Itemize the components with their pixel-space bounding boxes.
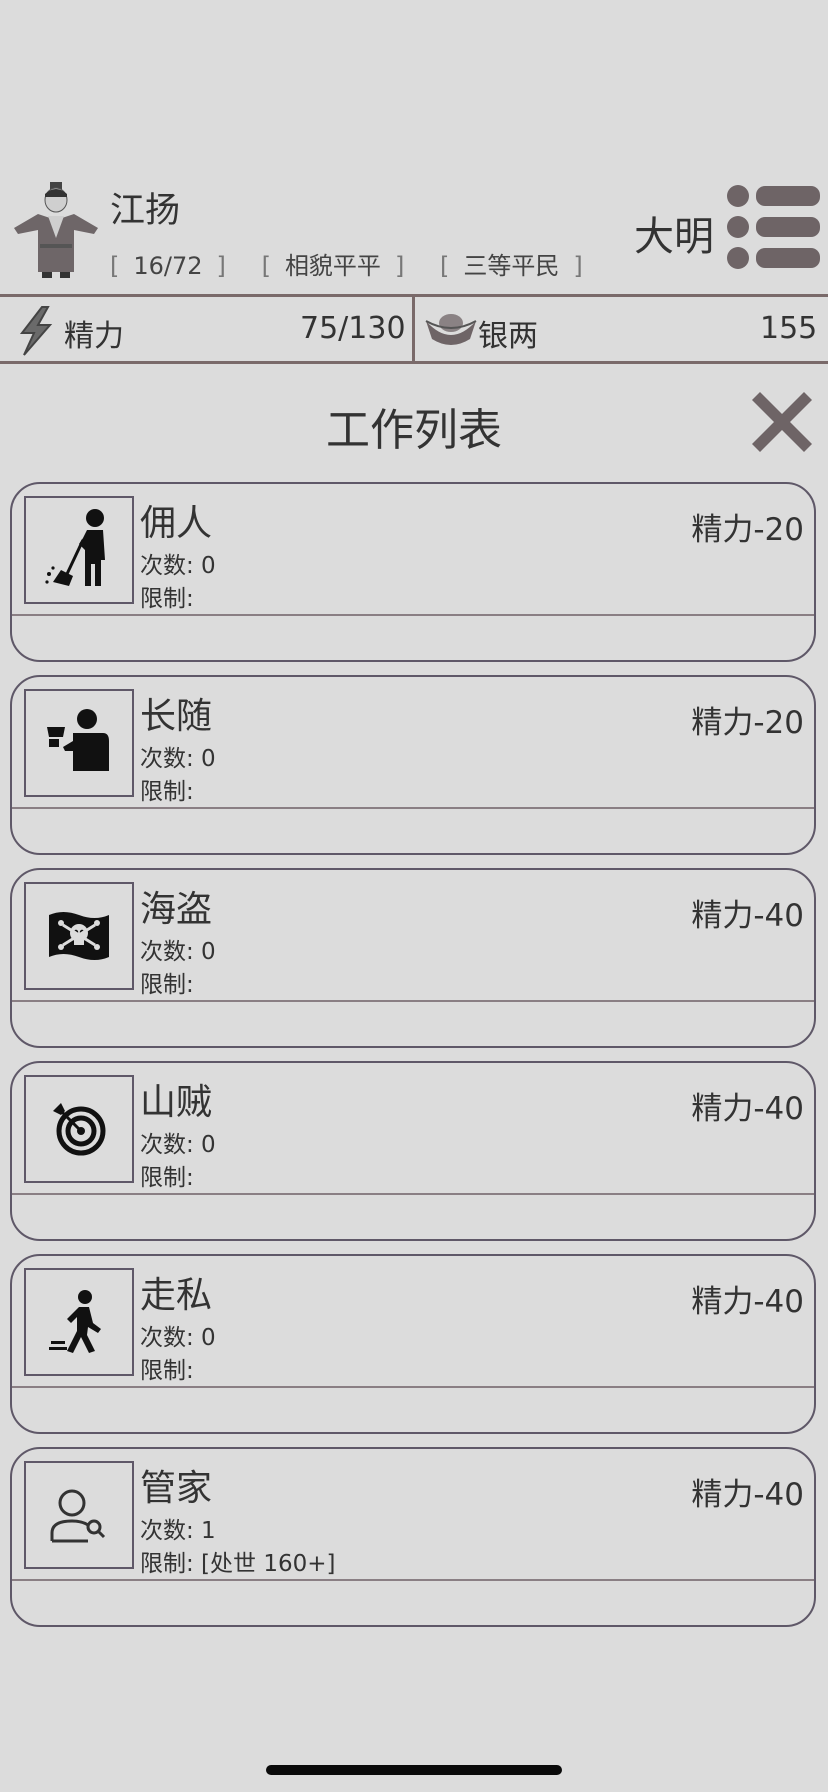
player-name: 江扬 xyxy=(110,191,181,231)
resource-divider xyxy=(412,297,415,361)
job-count: 次数: 0 xyxy=(140,746,216,772)
dynasty-label: 大明 xyxy=(634,214,714,260)
card-divider xyxy=(12,614,814,616)
menu-icon[interactable] xyxy=(726,184,822,270)
job-icon-box xyxy=(24,1461,134,1569)
card-divider xyxy=(12,1193,814,1195)
job-name: 长随 xyxy=(140,696,213,737)
close-icon[interactable] xyxy=(750,390,814,454)
energy-label: 精力 xyxy=(64,319,124,354)
silver-label: 银两 xyxy=(478,319,538,354)
job-name: 山贼 xyxy=(140,1082,213,1123)
card-divider xyxy=(12,807,814,809)
energy-icon xyxy=(12,305,60,357)
job-cost: 精力-40 xyxy=(691,1091,804,1127)
person-search-icon xyxy=(50,1489,106,1543)
pirate-flag-icon xyxy=(49,912,109,960)
card-divider xyxy=(12,1579,814,1581)
silver-ingot-icon xyxy=(424,309,478,349)
silver-value: 155 xyxy=(760,311,818,346)
job-limit: 限制: xyxy=(140,779,194,805)
job-card[interactable]: 长随 次数: 0 限制: 精力-20 xyxy=(10,675,816,855)
walking-person-icon xyxy=(49,1290,101,1353)
job-cost: 精力-20 xyxy=(691,705,804,741)
job-count: 次数: 1 xyxy=(140,1518,216,1544)
player-tags: [16/72] [相貌平平] [三等平民] xyxy=(110,246,611,281)
job-card[interactable]: 海盗 次数: 0 限制: 精力-40 xyxy=(10,868,816,1048)
attendant-icon xyxy=(47,709,109,771)
card-divider xyxy=(12,1000,814,1002)
job-cost: 精力-20 xyxy=(691,512,804,548)
job-limit: 限制: xyxy=(140,586,194,612)
job-cost: 精力-40 xyxy=(691,898,804,934)
energy-value: 75/130 xyxy=(300,311,406,346)
job-limit: 限制: xyxy=(140,972,194,998)
tag-rank: [三等平民] xyxy=(439,252,583,280)
job-icon-box xyxy=(24,689,134,797)
job-count: 次数: 0 xyxy=(140,1132,216,1158)
job-limit: 限制: [处世 160+] xyxy=(140,1551,336,1577)
job-cost: 精力-40 xyxy=(691,1284,804,1320)
job-count: 次数: 0 xyxy=(140,553,216,579)
job-card[interactable]: 管家 次数: 1 限制: [处世 160+] 精力-40 xyxy=(10,1447,816,1627)
job-card[interactable]: 走私 次数: 0 限制: 精力-40 xyxy=(10,1254,816,1434)
job-limit: 限制: xyxy=(140,1358,194,1384)
job-list-title: 工作列表 xyxy=(326,405,502,456)
home-indicator[interactable] xyxy=(266,1765,562,1775)
job-name: 管家 xyxy=(140,1468,213,1509)
job-icon-box xyxy=(24,1075,134,1183)
job-count: 次数: 0 xyxy=(140,1325,216,1351)
sweeper-icon xyxy=(45,509,105,586)
job-icon-box xyxy=(24,496,134,604)
job-card[interactable]: 佣人 次数: 0 限制: 精力-20 xyxy=(10,482,816,662)
job-count: 次数: 0 xyxy=(140,939,216,965)
player-avatar[interactable] xyxy=(8,180,104,280)
job-icon-box xyxy=(24,1268,134,1376)
target-icon xyxy=(53,1103,106,1156)
job-cost: 精力-40 xyxy=(691,1477,804,1513)
tag-age: [16/72] xyxy=(110,252,226,280)
job-name: 佣人 xyxy=(140,503,213,544)
job-name: 海盗 xyxy=(140,889,213,930)
tag-appearance: [相貌平平] xyxy=(261,252,405,280)
job-name: 走私 xyxy=(140,1275,213,1316)
resource-bar: 精力 75/130 银两 155 xyxy=(0,294,828,364)
job-card[interactable]: 山贼 次数: 0 限制: 精力-40 xyxy=(10,1061,816,1241)
job-icon-box xyxy=(24,882,134,990)
job-limit: 限制: xyxy=(140,1165,194,1191)
card-divider xyxy=(12,1386,814,1388)
